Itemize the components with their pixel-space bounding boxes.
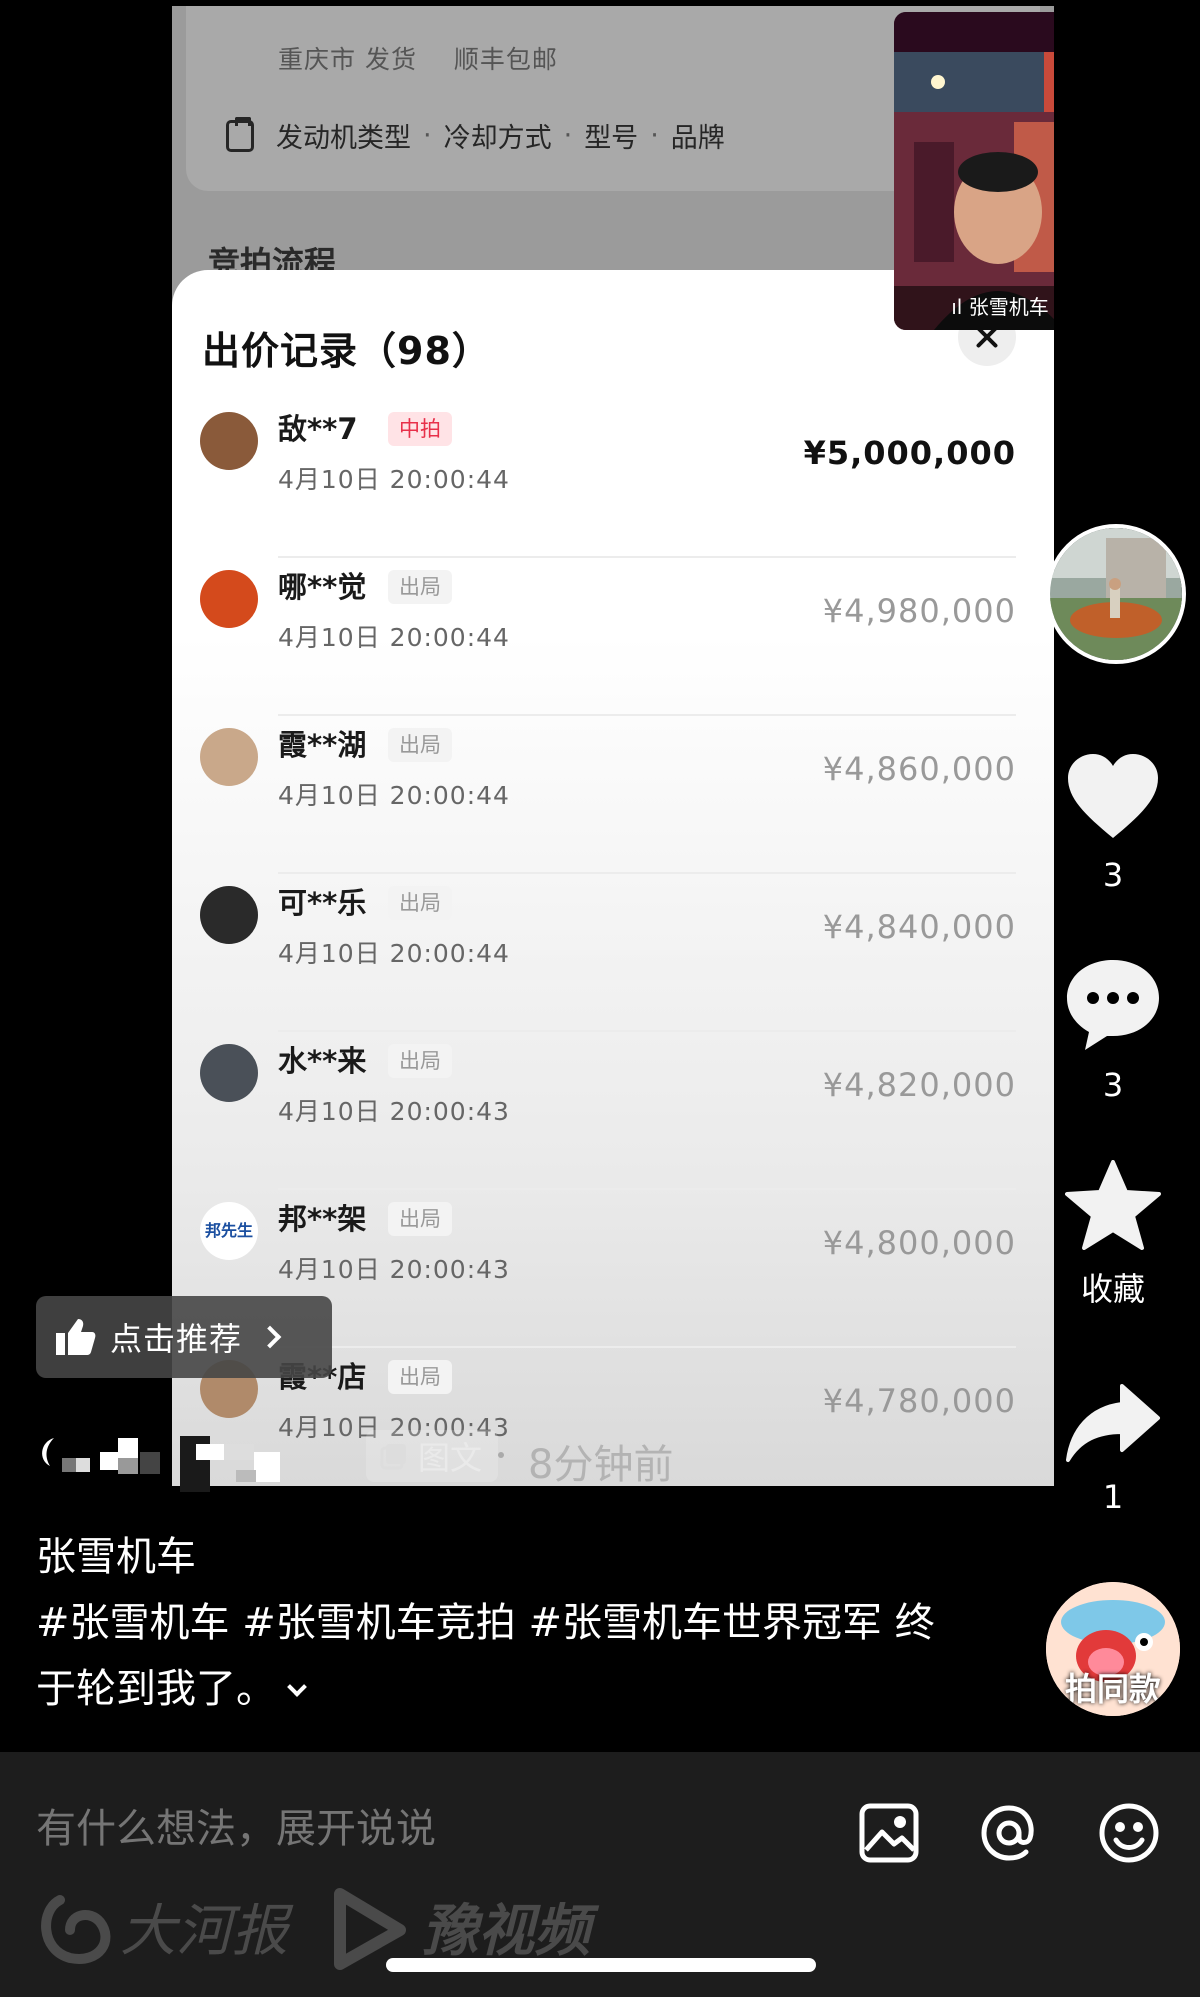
recommend-button[interactable]: 点击推荐 [36,1296,332,1378]
screen: 重庆市 发货 顺丰包邮 发动机类型 · 冷却方式 · 型号 · 品牌 竞拍流程 … [0,0,1200,1997]
share-arrow-icon [1066,1384,1160,1462]
bidder-avatar [200,886,258,944]
post-type-label: 图文 [418,1439,483,1477]
comment-count: 3 [1102,1066,1124,1104]
bid-row[interactable]: 霞**湖 出局 4月10日 20:00:44 ¥4,860,000 [172,716,1054,874]
bidder-name: 敌**7 [278,412,358,446]
like-count: 3 [1102,856,1124,894]
bid-time: 4月10日 20:00:44 [278,623,510,652]
avatar-image [1050,528,1182,660]
bid-amount: ¥4,820,000 [822,1066,1016,1104]
share-action[interactable]: 1 [1050,1382,1176,1516]
bid-status-badge: 出局 [388,1360,452,1394]
sheet-title: 出价记录（98） [202,329,491,373]
bidder-avatar [200,412,258,470]
bid-time: 4月10日 20:00:43 [278,1255,510,1284]
home-indicator [386,1958,816,1972]
caption[interactable]: #张雪机车 #张雪机车竞拍 #张雪机车世界冠军 终于轮到我了。 [36,1590,936,1722]
like-action[interactable]: 3 [1050,752,1176,894]
share-count: 1 [1102,1478,1124,1516]
spec-item: 型号 [584,123,639,154]
shipping: 顺丰包邮 [453,45,558,74]
mention-icon[interactable] [976,1800,1042,1866]
bid-amount: ¥4,800,000 [822,1224,1016,1262]
bidder-name: 哪**觉 [278,570,367,604]
specs-row: 发动机类型 · 冷却方式 · 型号 · 品牌 [226,116,725,155]
bid-status-badge: 中拍 [388,412,452,446]
bid-status-badge: 出局 [388,1044,452,1078]
pip-label: ıl 张雪机车 [894,291,1054,320]
gallery-icon [380,1444,406,1470]
bidder-name: 邦**架 [278,1202,367,1236]
spec-separator: · [563,120,573,151]
bid-amount: ¥4,980,000 [822,592,1016,630]
thumbs-up-icon [56,1319,96,1355]
bid-row[interactable]: 敌**7 中拍 4月10日 20:00:44 ¥5,000,000 [172,400,1054,558]
bid-amount: ¥5,000,000 [803,434,1016,472]
bidder-name: 水**来 [278,1044,367,1078]
post-meta: 图文 8分钟前 [36,1426,736,1496]
star-icon [1065,1160,1161,1250]
recommend-label: 点击推荐 [110,1320,243,1358]
bid-status-badge: 出局 [388,1202,452,1236]
bid-status-badge: 出局 [388,570,452,604]
expand-chevron-icon[interactable] [287,1677,307,1697]
image-icon[interactable] [856,1800,922,1866]
comment-action[interactable]: 3 [1050,956,1176,1104]
live-pip-video[interactable]: ıl 张雪机车 [894,12,1054,330]
bidder-avatar: 邦先生 [200,1202,258,1260]
bidder-avatar [200,728,258,786]
bidder-name: 可**乐 [278,886,367,920]
author-avatar[interactable] [1046,524,1186,664]
bid-row[interactable]: 哪**觉 出局 4月10日 20:00:44 ¥4,980,000 [172,558,1054,716]
blurred-username [42,1436,280,1492]
same-style-label: 拍同款 [1064,1670,1161,1708]
bid-amount: ¥4,780,000 [822,1382,1016,1420]
bidder-avatar [200,570,258,628]
bid-time: 4月10日 20:00:44 [278,939,510,968]
spec-item: 品牌 [670,123,725,154]
same-style-button[interactable]: 拍同款 [1046,1582,1180,1716]
favorite-label: 收藏 [1080,1270,1145,1308]
caption-text: #张雪机车 #张雪机车竞拍 #张雪机车世界冠军 终于轮到我了。 [36,1600,935,1712]
comment-input[interactable] [36,1806,796,1852]
post-image[interactable]: 重庆市 发货 顺丰包邮 发动机类型 · 冷却方式 · 型号 · 品牌 竞拍流程 … [172,6,1054,1486]
separator-dot [498,1452,504,1458]
bid-time: 4月10日 20:00:43 [278,1097,510,1126]
ship-from: 重庆市 发货 [278,45,417,74]
bid-time: 4月10日 20:00:44 [278,465,510,494]
bidder-avatar [200,1044,258,1102]
watermark-brand2: 豫视频 [422,1899,600,1964]
comment-icon [1067,960,1159,1050]
pip-label-text: 张雪机车 [968,295,1049,319]
bid-amount: ¥4,860,000 [822,750,1016,788]
watermark-brand1: 大河报 [120,1899,294,1964]
bid-row[interactable]: 可**乐 出局 4月10日 20:00:44 ¥4,840,000 [172,874,1054,1032]
spec-separator: · [650,120,659,151]
shipping-info: 重庆市 发货 顺丰包邮 [278,40,586,76]
favorite-action[interactable]: 收藏 [1050,1160,1176,1310]
clipboard-icon [226,116,254,152]
emoji-icon[interactable] [1096,1800,1162,1866]
bid-status-badge: 出局 [388,886,452,920]
chevron-right-icon [258,1325,282,1349]
bid-status-badge: 出局 [388,728,452,762]
bid-time: 4月10日 20:00:44 [278,781,510,810]
spec-item: 发动机类型 [276,123,411,154]
post-time: 8分钟前 [528,1442,674,1488]
pip-video-frame [894,12,1054,330]
post-type-tag: 图文 [366,1430,499,1482]
bid-amount: ¥4,840,000 [822,908,1016,946]
bid-row[interactable]: 水**来 出局 4月10日 20:00:43 ¥4,820,000 [172,1032,1054,1190]
audio-bars-icon: ıl [951,295,969,319]
bidder-avatar-text: 邦先生 [204,1221,253,1240]
author-name[interactable]: 张雪机车 [36,1524,196,1582]
bidder-name: 霞**湖 [278,728,367,762]
spec-item: 冷却方式 [443,123,552,154]
spec-separator: · [423,120,432,151]
heart-icon [1068,754,1158,838]
